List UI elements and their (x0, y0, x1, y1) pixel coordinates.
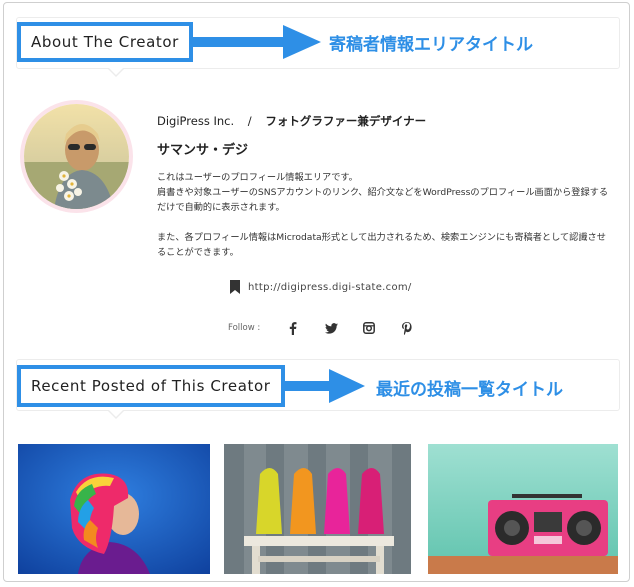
twitter-icon[interactable] (312, 319, 350, 337)
author-box-frame: About The Creator 寄稿者情報エリアタイトル DigiPress… (3, 2, 630, 582)
follow-row: Follow : (228, 319, 426, 337)
author-url-link[interactable]: http://digipress.digi-state.com/ (248, 282, 412, 293)
post-thumbnail[interactable] (428, 444, 618, 574)
author-org-line: DigiPress Inc. / フォトグラファー兼デザイナー (157, 113, 426, 129)
bookmark-icon (230, 280, 240, 294)
about-title-callout: 寄稿者情報エリアタイトル (329, 35, 533, 55)
pinterest-icon[interactable] (388, 319, 426, 337)
instagram-icon[interactable] (350, 319, 388, 337)
author-organization: DigiPress Inc. (157, 114, 235, 128)
recent-title: Recent Posted of This Creator (17, 365, 285, 407)
author-name: サマンサ・デジ (157, 143, 249, 158)
author-url-row: http://digipress.digi-state.com/ (230, 278, 412, 296)
post-thumbnail[interactable] (18, 444, 210, 574)
author-bio: これはユーザーのプロフィール情報エリアです。 肩書きや対象ユーザーのSNSアカウ… (157, 170, 617, 275)
follow-label: Follow : (228, 323, 261, 333)
post-thumbnail[interactable] (224, 444, 411, 574)
colorful-heels-photo (224, 444, 411, 574)
arrow-right-icon (193, 25, 321, 59)
author-avatar[interactable] (20, 100, 133, 213)
author-role: フォトグラファー兼デザイナー (265, 114, 427, 128)
org-separator: / (247, 114, 252, 128)
bio-paragraph: これはユーザーのプロフィール情報エリアです。 肩書きや対象ユーザーのSNSアカウ… (157, 172, 609, 213)
bio-paragraph: また、各プロフィール情報はMicrodata形式として出力されるため、検索エンジ… (157, 232, 606, 258)
recent-title-callout: 最近の投稿一覧タイトル (376, 380, 563, 400)
avatar-photo (24, 104, 129, 209)
rainbow-hair-photo (18, 444, 210, 574)
arrow-right-icon (285, 369, 365, 403)
facebook-icon[interactable] (274, 319, 312, 337)
pink-boombox-photo (428, 444, 618, 574)
about-title: About The Creator (17, 22, 193, 62)
